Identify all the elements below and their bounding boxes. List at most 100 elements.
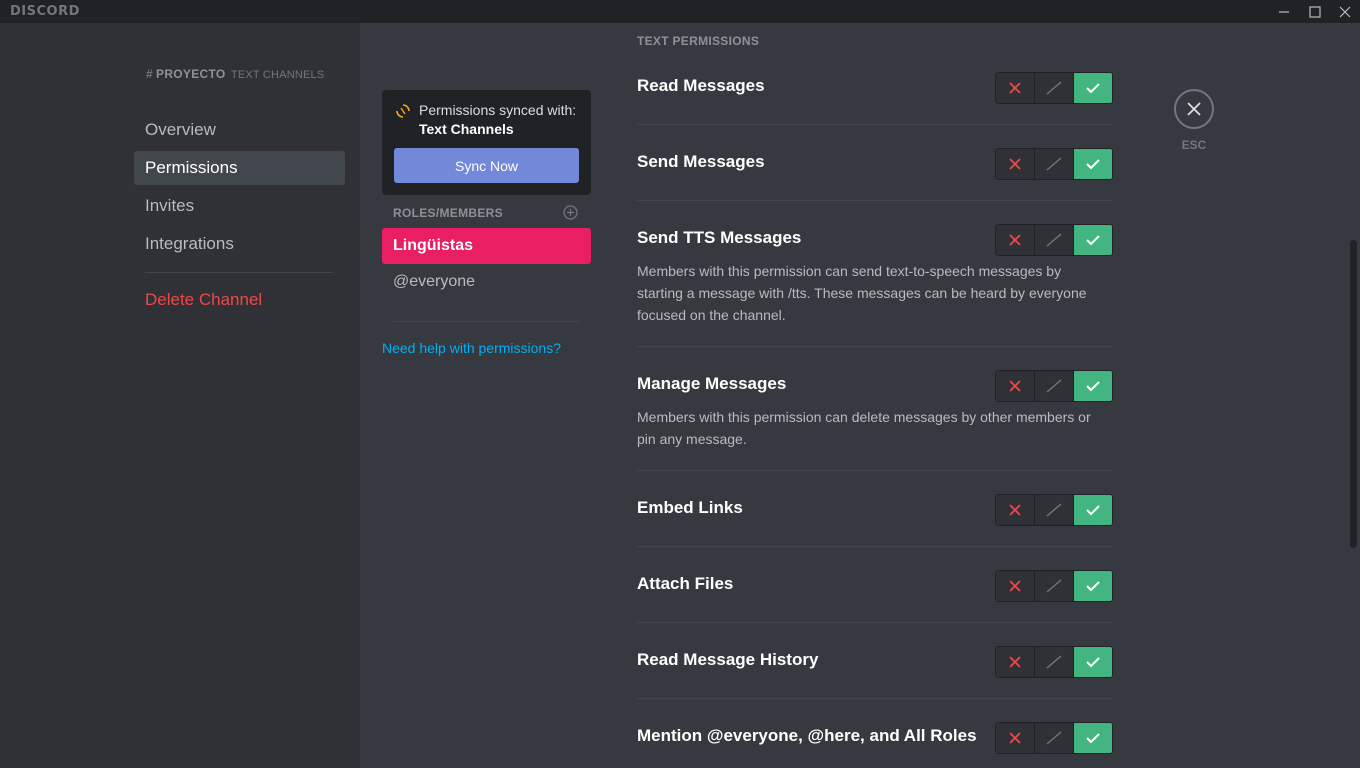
allow-button[interactable]	[1073, 571, 1112, 601]
permission-toggle	[995, 646, 1113, 678]
channel-hash-icon: #	[146, 67, 153, 81]
inherit-button[interactable]	[1034, 723, 1073, 753]
maximize-button[interactable]	[1300, 0, 1330, 23]
permission-divider	[637, 200, 1112, 201]
minimize-button[interactable]	[1269, 0, 1299, 23]
minimize-icon	[1279, 10, 1289, 13]
close-icon	[1187, 102, 1201, 116]
check-icon	[1086, 159, 1100, 170]
deny-button[interactable]	[996, 73, 1034, 103]
role-item-label: @everyone	[393, 273, 476, 290]
permission-title: Read Message History	[637, 650, 819, 669]
allow-button[interactable]	[1073, 495, 1112, 525]
permission-divider	[637, 546, 1112, 547]
maximize-icon	[1309, 5, 1321, 18]
check-icon	[1086, 83, 1100, 94]
sync-icon	[396, 104, 410, 118]
allow-button[interactable]	[1073, 149, 1112, 179]
add-role-icon[interactable]	[563, 205, 578, 220]
x-icon	[1009, 82, 1021, 94]
deny-button[interactable]	[996, 571, 1034, 601]
sync-status-text: Permissions synced with:	[419, 102, 577, 118]
inherit-button[interactable]	[1034, 647, 1073, 677]
x-icon	[1009, 158, 1021, 170]
delete-channel-button[interactable]: Delete Channel	[134, 283, 345, 317]
close-window-button[interactable]	[1330, 0, 1360, 23]
title-bar: DISCORD	[0, 0, 1360, 23]
sidebar-item-overview[interactable]: Overview	[134, 113, 345, 147]
permission-title: Embed Links	[637, 498, 743, 517]
permission-divider	[637, 622, 1112, 623]
x-icon	[1009, 656, 1021, 668]
slash-icon	[1046, 81, 1062, 95]
allow-button[interactable]	[1073, 371, 1112, 401]
sidebar-item-invites[interactable]: Invites	[134, 189, 345, 223]
inherit-button[interactable]	[1034, 495, 1073, 525]
permission-divider	[637, 698, 1112, 699]
permission-title: Attach Files	[637, 574, 734, 593]
channel-name: PROYECTO	[156, 67, 226, 81]
deny-button[interactable]	[996, 495, 1034, 525]
allow-button[interactable]	[1073, 225, 1112, 255]
check-icon	[1086, 505, 1100, 516]
deny-button[interactable]	[996, 371, 1034, 401]
section-title: TEXT PERMISSIONS	[637, 34, 760, 48]
sync-now-button[interactable]: Sync Now	[394, 148, 579, 183]
slash-icon	[1046, 157, 1062, 171]
permission-divider	[637, 124, 1112, 125]
close-settings-button[interactable]	[1174, 89, 1214, 129]
x-icon	[1009, 504, 1021, 516]
allow-button[interactable]	[1073, 723, 1112, 753]
sync-panel: Permissions synced with: Text Channels S…	[382, 90, 591, 195]
check-icon	[1086, 657, 1100, 668]
check-icon	[1086, 235, 1100, 246]
permission-divider	[637, 470, 1112, 471]
esc-label: ESC	[1181, 138, 1207, 152]
permission-toggle	[995, 148, 1113, 180]
allow-button[interactable]	[1073, 647, 1112, 677]
slash-icon	[1046, 379, 1062, 393]
deny-button[interactable]	[996, 723, 1034, 753]
scrollbar-thumb[interactable]	[1350, 240, 1357, 548]
sidebar-header: # PROYECTO TEXT CHANNELS	[146, 67, 324, 81]
permission-toggle	[995, 570, 1113, 602]
sidebar-item-integrations[interactable]: Integrations	[134, 227, 345, 261]
permission-title: Manage Messages	[637, 374, 787, 393]
x-icon	[1009, 580, 1021, 592]
permission-title: Send Messages	[637, 152, 765, 171]
permission-title: Mention @everyone, @here, and All Roles	[637, 726, 977, 745]
allow-button[interactable]	[1073, 73, 1112, 103]
permission-toggle	[995, 494, 1113, 526]
inherit-button[interactable]	[1034, 73, 1073, 103]
role-item-linguistas[interactable]: Lingüistas	[382, 228, 591, 264]
permissions-help-link[interactable]: Need help with permissions?	[382, 340, 561, 356]
deny-button[interactable]	[996, 149, 1034, 179]
inherit-button[interactable]	[1034, 371, 1073, 401]
check-icon	[1086, 733, 1100, 744]
sync-target-text: Text Channels	[419, 121, 514, 137]
slash-icon	[1046, 503, 1062, 517]
sidebar-item-label: Integrations	[145, 234, 234, 253]
close-icon	[1339, 6, 1351, 17]
permission-toggle	[995, 722, 1113, 754]
x-icon	[1009, 234, 1021, 246]
discord-logo: DISCORD	[10, 4, 80, 19]
sidebar-item-label: Invites	[145, 196, 195, 215]
permission-divider	[637, 346, 1112, 347]
permission-toggle	[995, 224, 1113, 256]
sidebar-item-label: Permissions	[145, 158, 238, 177]
slash-icon	[1046, 655, 1062, 669]
permission-title: Send TTS Messages	[637, 228, 802, 247]
inherit-button[interactable]	[1034, 225, 1073, 255]
sidebar-item-permissions[interactable]: Permissions	[134, 151, 345, 185]
x-icon	[1009, 732, 1021, 744]
permission-toggle	[995, 370, 1113, 402]
slash-icon	[1046, 233, 1062, 247]
deny-button[interactable]	[996, 647, 1034, 677]
role-item-everyone[interactable]: @everyone	[382, 264, 591, 300]
inherit-button[interactable]	[1034, 571, 1073, 601]
permission-toggle	[995, 72, 1113, 104]
slash-icon	[1046, 731, 1062, 745]
deny-button[interactable]	[996, 225, 1034, 255]
inherit-button[interactable]	[1034, 149, 1073, 179]
